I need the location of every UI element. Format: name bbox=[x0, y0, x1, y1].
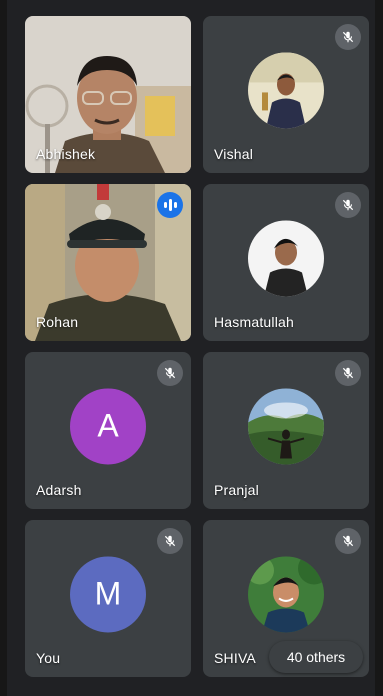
mic-off-icon bbox=[157, 360, 183, 386]
audio-level-icon bbox=[157, 192, 183, 218]
participant-avatar-shiva bbox=[248, 555, 324, 632]
participant-tile-pranjal[interactable]: Pranjal bbox=[203, 352, 369, 509]
participant-name: Hasmatullah bbox=[214, 314, 295, 330]
participant-tile-rohan[interactable]: Rohan bbox=[25, 184, 191, 341]
participant-name: Abhishek bbox=[36, 146, 96, 162]
participant-avatar-adarsh: A bbox=[70, 387, 146, 464]
participant-avatar-you: M bbox=[70, 555, 146, 632]
others-count-label: 40 others bbox=[286, 649, 346, 665]
participant-tile-hasmatullah[interactable]: Hasmatullah bbox=[203, 184, 369, 341]
participant-name: Adarsh bbox=[36, 482, 82, 498]
participant-name: Vishal bbox=[214, 146, 254, 162]
participant-name: Pranjal bbox=[214, 482, 259, 498]
participant-tile-vishal[interactable]: Vishal bbox=[203, 16, 369, 173]
mic-off-icon bbox=[335, 528, 361, 554]
participant-name: Rohan bbox=[36, 314, 79, 330]
mic-off-icon bbox=[335, 192, 361, 218]
mic-off-icon bbox=[335, 24, 361, 50]
participant-tile-adarsh[interactable]: A Adarsh bbox=[25, 352, 191, 509]
others-participants-button[interactable]: 40 others bbox=[269, 641, 363, 673]
mic-off-icon bbox=[157, 528, 183, 554]
mic-off-icon bbox=[335, 360, 361, 386]
participant-tile-you[interactable]: M You bbox=[25, 520, 191, 677]
participant-avatar-pranjal bbox=[248, 387, 324, 464]
participant-name: SHIVA bbox=[214, 650, 256, 666]
participant-avatar-vishal bbox=[248, 51, 324, 128]
participant-name: You bbox=[36, 650, 61, 666]
meeting-grid: Abhishek Vishal Rohan Hasmatullah A Adar… bbox=[7, 0, 375, 696]
participant-avatar-hasmatullah bbox=[248, 219, 324, 296]
participant-tile-abhishek[interactable]: Abhishek bbox=[25, 16, 191, 173]
